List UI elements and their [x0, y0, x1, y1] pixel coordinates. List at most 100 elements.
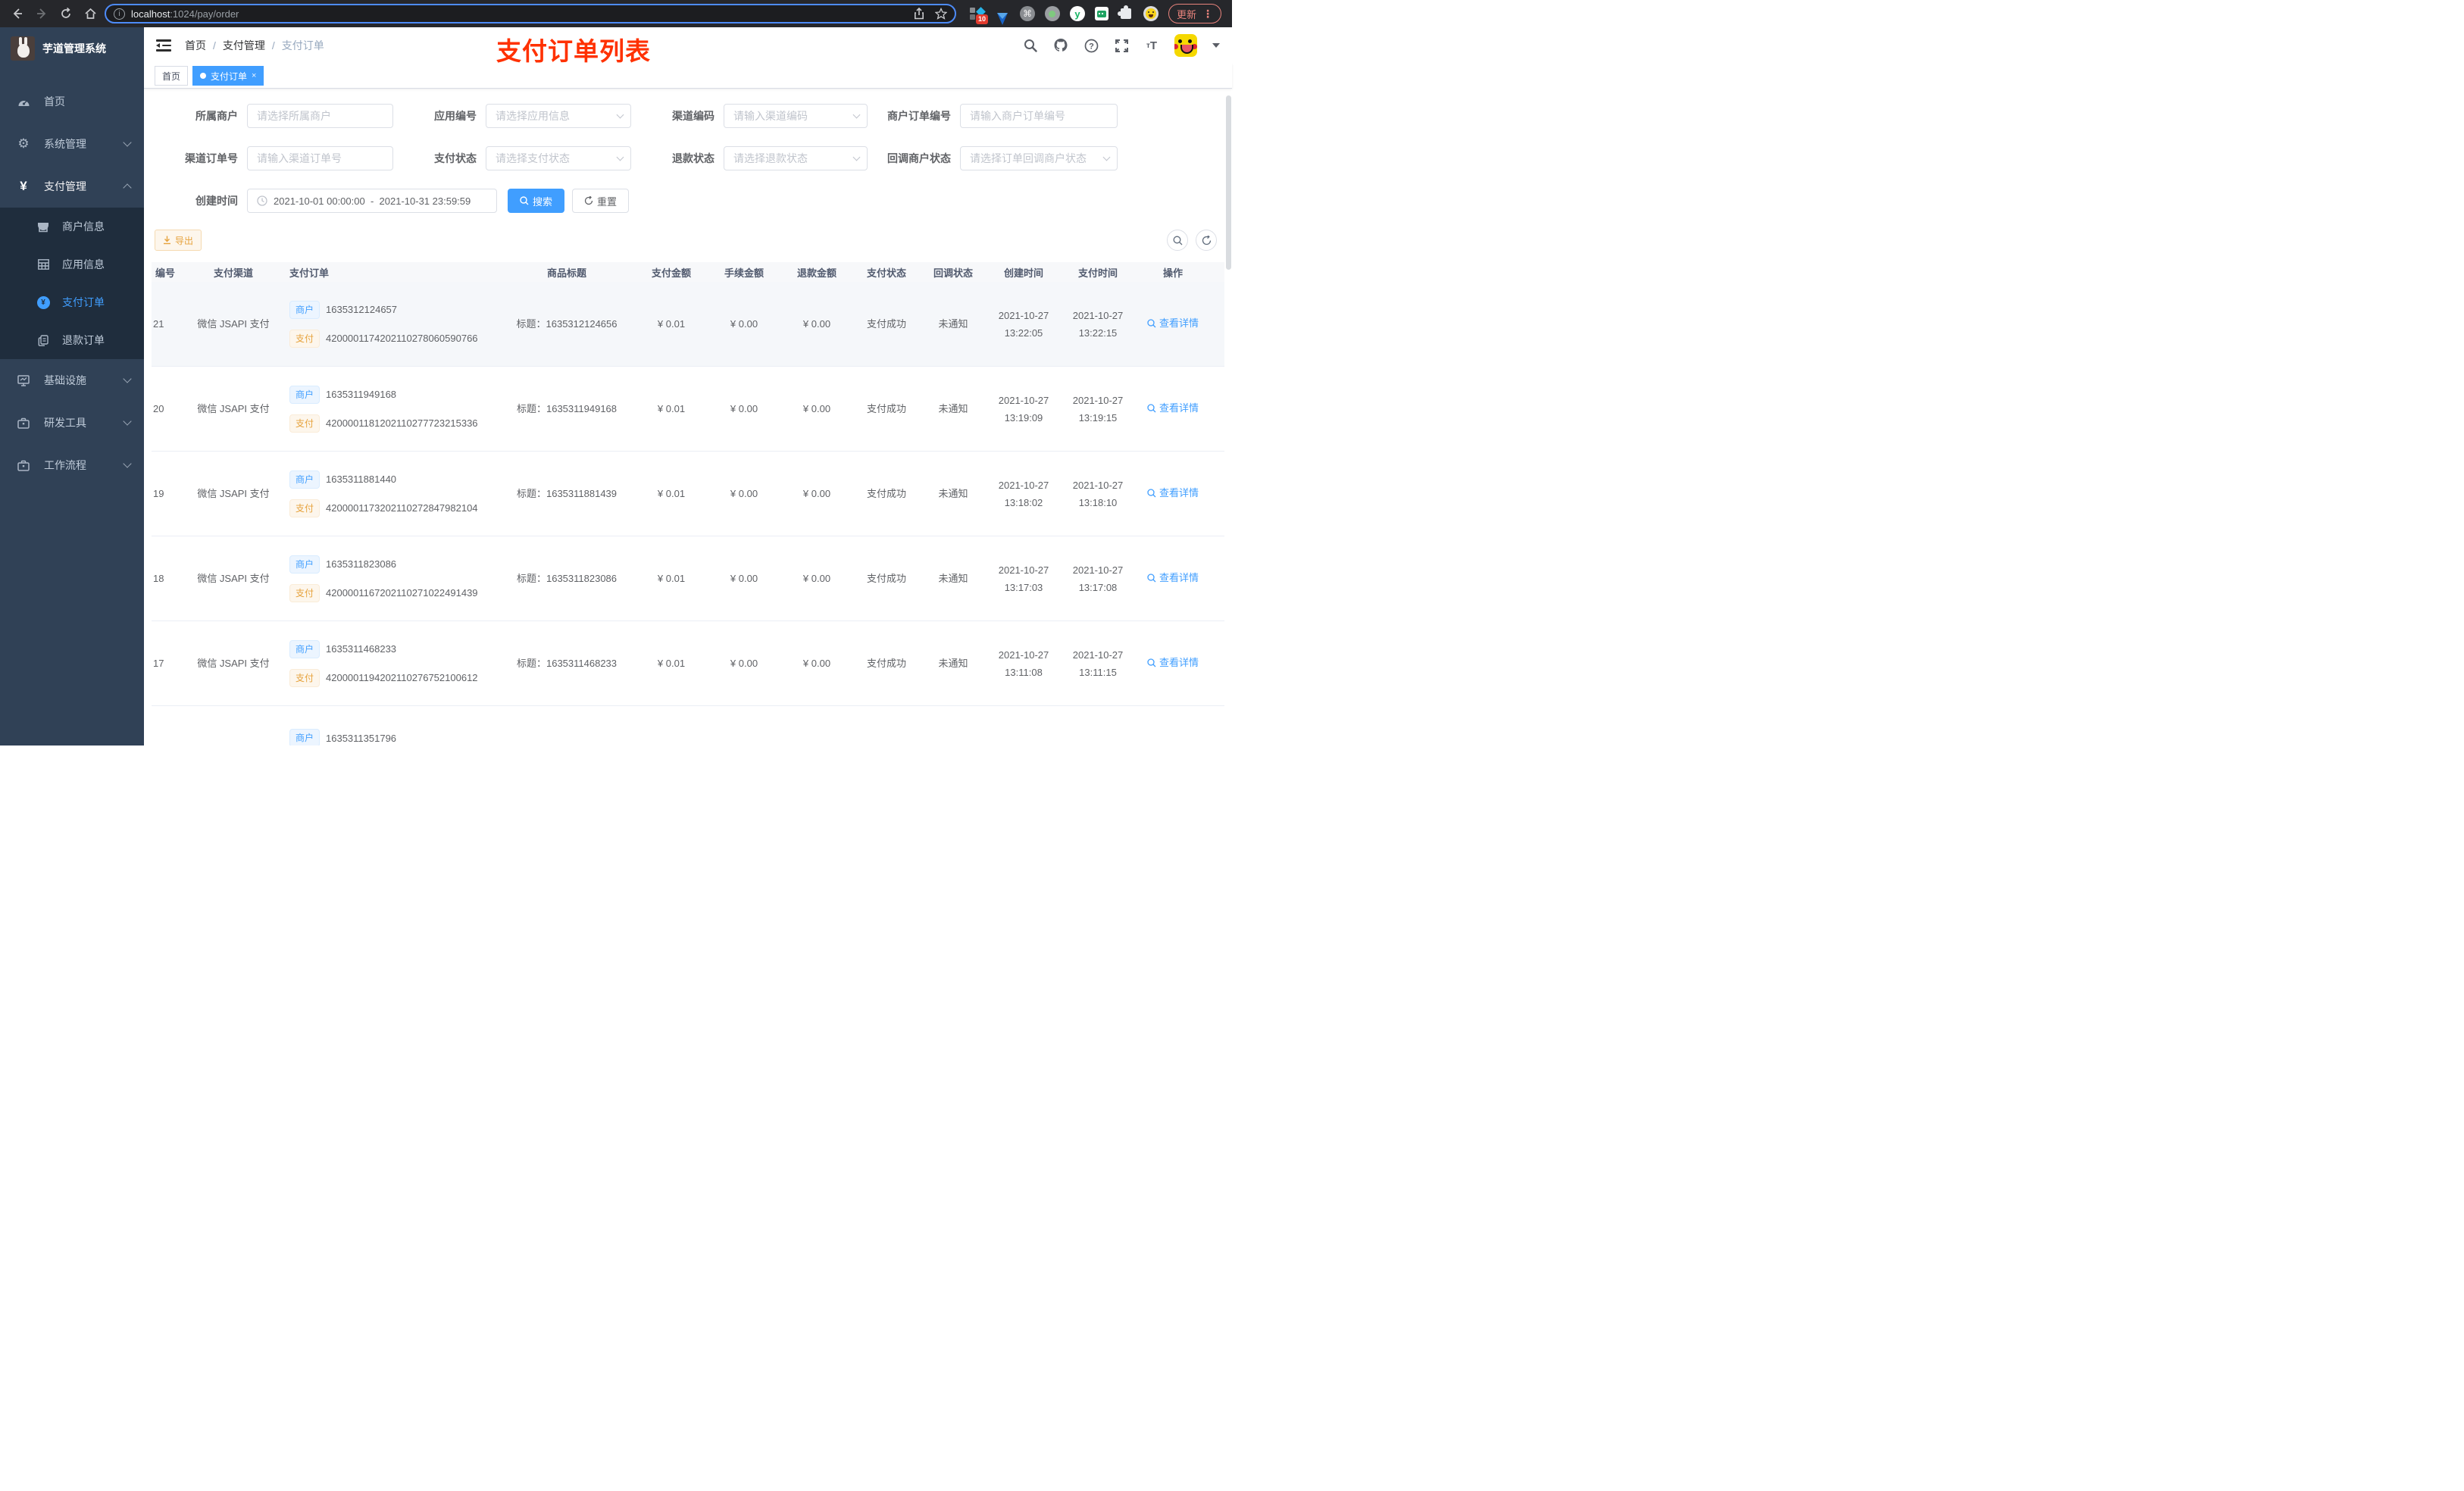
- caret-down-icon[interactable]: [1212, 43, 1220, 48]
- orders-table: 编号 支付渠道 支付订单 商品标题 支付金额 手续金额 退款金额 支付状态 回调…: [152, 262, 1224, 746]
- table-row[interactable]: 19 微信 JSAPI 支付 商户 1635311881440 支付 4200001…: [152, 452, 1224, 536]
- refund-status-select[interactable]: 请选择退款状态: [724, 146, 868, 170]
- view-detail-link[interactable]: 查看详情: [1147, 314, 1199, 332]
- table-row-partial[interactable]: 商户 1635311351796: [152, 706, 1224, 746]
- browser-update-button[interactable]: 更新 ⋮: [1168, 4, 1221, 23]
- sidebar-item-workflow[interactable]: 工作流程: [0, 444, 144, 486]
- site-info-icon[interactable]: i: [114, 8, 125, 20]
- chevron-down-icon: [852, 111, 861, 119]
- browser-menu-icon[interactable]: ⋮: [1202, 8, 1213, 20]
- notify-status-select[interactable]: 请选择订单回调商户状态: [960, 146, 1118, 170]
- breadcrumb-section[interactable]: 支付管理: [223, 38, 265, 53]
- field-label: 退款状态: [672, 152, 714, 164]
- field-label: 回调商户状态: [887, 152, 951, 164]
- tab-home[interactable]: 首页: [155, 66, 189, 86]
- font-size-icon[interactable]: тT: [1144, 38, 1159, 53]
- export-button[interactable]: 导出: [155, 230, 202, 251]
- home-icon[interactable]: [80, 4, 100, 23]
- view-detail-link[interactable]: 查看详情: [1147, 399, 1199, 417]
- pay-tag: 支付: [289, 499, 321, 517]
- refresh-icon[interactable]: [1196, 230, 1217, 251]
- breadcrumb-home[interactable]: 首页: [185, 38, 206, 53]
- profile-avatar[interactable]: [1143, 6, 1159, 21]
- table-row[interactable]: 21 微信 JSAPI 支付 商户 1635312124657 支付 4200001…: [152, 282, 1224, 367]
- sidebar-item-home[interactable]: 首页: [0, 80, 144, 123]
- sidebar-item-app-info[interactable]: 应用信息: [0, 245, 144, 283]
- forward-icon[interactable]: [32, 4, 52, 23]
- sidebar-item-refund-order[interactable]: 退款订单: [0, 321, 144, 359]
- chevron-down-icon: [123, 374, 132, 383]
- extension-command-icon[interactable]: ⌘: [1019, 6, 1035, 21]
- field-label: 所属商户: [195, 110, 238, 122]
- sidebar-item-infrastructure[interactable]: 基础设施: [0, 359, 144, 402]
- gear-icon: ⚙: [17, 136, 30, 151]
- sidebar-collapse-icon[interactable]: [156, 39, 171, 52]
- logo-rabbit-avatar: [11, 36, 35, 61]
- sidebar-item-system[interactable]: ⚙ 系统管理: [0, 123, 144, 165]
- search-form: 所属商户 请选择所属商户 应用编号 请选择应用信息 渠道编码 请输入渠道编码 商…: [152, 104, 1224, 213]
- field-label: 创建时间: [195, 195, 238, 207]
- extension-shapes-icon[interactable]: 10: [969, 6, 988, 24]
- merchant-input[interactable]: 请选择所属商户: [247, 104, 393, 128]
- yen-icon: ¥: [20, 179, 27, 193]
- channel-order-no-input[interactable]: 请输入渠道订单号: [247, 146, 393, 170]
- toolbox-icon: [17, 417, 30, 429]
- yen-circle-icon: ¥: [36, 295, 50, 309]
- sidebar-item-dev-tools[interactable]: 研发工具: [0, 402, 144, 444]
- channel-code-select[interactable]: 请输入渠道编码: [724, 104, 868, 128]
- field-label: 渠道编码: [672, 110, 714, 122]
- sidebar-item-payment[interactable]: ¥ 支付管理: [0, 165, 144, 208]
- view-detail-link[interactable]: 查看详情: [1147, 654, 1199, 671]
- briefcase-icon: [17, 460, 30, 471]
- app-select[interactable]: 请选择应用信息: [486, 104, 631, 128]
- table-row[interactable]: 20 微信 JSAPI 支付 商户 1635311949168 支付 4200001…: [152, 367, 1224, 452]
- extensions-puzzle-icon[interactable]: [1117, 5, 1134, 21]
- merchant-tag: 商户: [289, 385, 321, 404]
- merchant-tag: 商户: [289, 639, 321, 658]
- pay-tag: 支付: [289, 583, 321, 602]
- table-row[interactable]: 17 微信 JSAPI 支付 商户 1635311468233 支付 4200001…: [152, 621, 1224, 706]
- table-row[interactable]: 18 微信 JSAPI 支付 商户 1635311823086 支付 4200001…: [152, 536, 1224, 621]
- monitor-icon: [17, 374, 30, 386]
- extension-kite-icon[interactable]: [995, 6, 1010, 25]
- tab-pay-order[interactable]: 支付订单 ×: [192, 66, 264, 86]
- app-logo[interactable]: 芋道管理系统: [0, 27, 144, 70]
- fullscreen-icon[interactable]: [1114, 38, 1129, 53]
- github-icon[interactable]: [1053, 38, 1068, 53]
- user-avatar[interactable]: [1174, 34, 1197, 57]
- search-icon[interactable]: [1023, 38, 1038, 53]
- toggle-search-icon[interactable]: [1167, 230, 1188, 251]
- reset-button[interactable]: 重置: [572, 189, 630, 213]
- grid-icon: [36, 259, 50, 270]
- view-detail-link[interactable]: 查看详情: [1147, 569, 1199, 586]
- chevron-down-icon: [616, 153, 624, 161]
- documents-icon: [36, 334, 50, 346]
- help-icon[interactable]: ?: [1083, 38, 1099, 53]
- url-text: localhost:1024/pay/order: [131, 8, 239, 20]
- share-icon[interactable]: [914, 8, 924, 20]
- table-header: 编号 支付渠道 支付订单 商品标题 支付金额 手续金额 退款金额 支付状态 回调…: [152, 262, 1224, 282]
- breadcrumb-current: 支付订单: [281, 39, 324, 52]
- extension-chat-icon[interactable]: [1094, 7, 1108, 20]
- url-bar[interactable]: i localhost:1024/pay/order: [105, 4, 956, 23]
- extension-green-dot-icon[interactable]: [1044, 6, 1060, 21]
- pay-status-select[interactable]: 请选择支付状态: [486, 146, 631, 170]
- create-time-range-input[interactable]: 2021-10-01 00:00:00 - 2021-10-31 23:59:5…: [247, 189, 497, 213]
- chevron-down-icon: [123, 417, 132, 426]
- merchant-tag: 商户: [289, 555, 321, 574]
- reload-icon[interactable]: [56, 4, 76, 23]
- window-scrollbar[interactable]: [1226, 95, 1231, 270]
- close-icon[interactable]: ×: [252, 71, 256, 80]
- sidebar-item-pay-order[interactable]: ¥ 支付订单: [0, 283, 144, 321]
- back-icon[interactable]: [8, 4, 27, 23]
- clock-icon: [257, 195, 267, 206]
- bookmark-star-icon[interactable]: [934, 8, 947, 20]
- field-label: 支付状态: [434, 152, 477, 164]
- search-button[interactable]: 搜索: [508, 189, 565, 213]
- pay-tag: 支付: [289, 668, 321, 687]
- merchant-order-no-input[interactable]: 请输入商户订单编号: [960, 104, 1118, 128]
- shop-icon: [36, 221, 50, 233]
- extension-y-icon[interactable]: y: [1069, 6, 1085, 21]
- sidebar-item-merchant-info[interactable]: 商户信息: [0, 208, 144, 245]
- view-detail-link[interactable]: 查看详情: [1147, 484, 1199, 502]
